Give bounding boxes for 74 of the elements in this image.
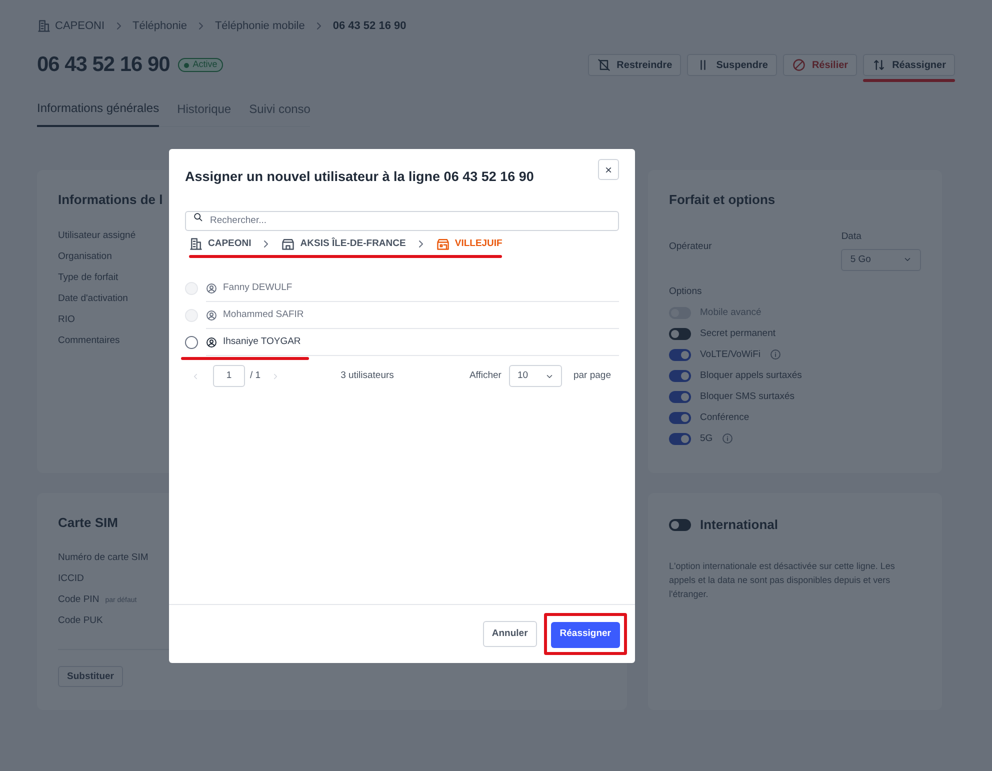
page-input[interactable]: 1 <box>213 365 245 388</box>
option-label: Bloquer SMS surtaxés <box>700 390 795 404</box>
card-title: Informations de l <box>58 191 163 209</box>
option-label: VoLTE/VoWiFi <box>700 348 761 362</box>
chevron-left-icon <box>191 372 200 381</box>
action-button[interactable]: Résilier <box>782 54 858 76</box>
path-link[interactable]: AKSIS ÎLE-DE-FRANCE <box>281 237 406 252</box>
breadcrumb-link[interactable]: Téléphonie mobile <box>214 18 305 34</box>
status-badge: Active <box>178 58 224 72</box>
store-icon <box>281 237 296 252</box>
tab[interactable]: Suivi conso <box>249 99 310 126</box>
field-label: Opérateur <box>669 240 713 254</box>
action-button[interactable]: Suspendre <box>687 54 777 76</box>
per-page-select[interactable]: 10 <box>509 365 562 388</box>
user-count: 3 utilisateurs <box>340 369 394 384</box>
breadcrumb-link[interactable]: CAPEONI <box>37 18 105 34</box>
field-label: Utilisateur assigné <box>58 228 136 242</box>
description-text: L'option internationale est désactivée sur cette ligne. Les appels et la data ne sont pas disponibles depuis et vers l'étranger. <box>669 560 896 600</box>
option-label: 5G <box>700 432 713 446</box>
breadcrumb-link[interactable]: 06 43 52 16 90 <box>332 18 406 34</box>
field-label: Type de forfait <box>58 270 118 284</box>
action-button[interactable]: Restreindre <box>588 54 682 76</box>
card-title: International <box>700 516 778 534</box>
radio-button[interactable] <box>185 336 198 350</box>
search-field[interactable]: Rechercher... <box>185 210 619 231</box>
breadcrumb-link[interactable]: Téléphonie <box>132 18 187 34</box>
field-label: Afficher <box>469 369 502 384</box>
reassign-button[interactable]: Réassigner <box>550 622 620 648</box>
field-label: ICCID <box>58 572 84 586</box>
toggle-switch[interactable] <box>669 432 691 445</box>
toggle-switch[interactable] <box>669 518 691 531</box>
page-total: / 1 <box>250 369 261 384</box>
toggle-switch[interactable] <box>669 328 691 340</box>
card-title: Carte SIM <box>58 514 119 532</box>
shop-icon <box>436 237 450 252</box>
user-name: Fanny DEWULF <box>223 281 292 296</box>
toggle-switch[interactable] <box>669 412 691 424</box>
field-label: Code PUK <box>58 614 103 628</box>
field-label: Date d'activation <box>58 292 128 304</box>
toggle-switch[interactable] <box>669 370 691 382</box>
toggle-switch[interactable] <box>669 390 691 403</box>
action-button[interactable]: Réassigner <box>863 54 955 76</box>
prohibited-icon <box>792 58 806 72</box>
cancel-button[interactable]: Annuler <box>482 621 537 647</box>
path-link[interactable]: CAPEONI <box>189 237 252 252</box>
tab[interactable]: Historique <box>177 99 232 126</box>
card-title: Forfait et options <box>669 191 776 209</box>
field-label: Organisation <box>58 250 112 262</box>
user-circle-icon <box>206 310 217 321</box>
field-label: Numéro de carte SIM <box>58 550 148 564</box>
toggle-switch[interactable] <box>669 348 691 361</box>
field-label: Commentaires <box>58 334 120 346</box>
user-circle-icon <box>206 282 217 294</box>
option-label: Secret permanent <box>700 326 776 341</box>
swap-arrows-icon <box>872 58 886 72</box>
substitute-button[interactable]: Substituer <box>58 666 123 688</box>
user-name: Mohammed SAFIR <box>223 308 304 322</box>
field-label: RIO <box>58 312 75 326</box>
close-button[interactable]: × <box>598 159 619 180</box>
modal-title: Assigner un nouvel utilisateur à la ligne 06 43 52 16 90 <box>185 168 534 186</box>
path-link[interactable]: VILLEJUIF <box>436 237 502 252</box>
field-label: Data <box>841 230 862 244</box>
user-circle-icon <box>206 336 217 348</box>
field-label: par page <box>573 369 611 384</box>
option-label: Bloquer appels surtaxés <box>700 368 802 383</box>
tab[interactable]: Informations générales <box>37 99 160 127</box>
user-name: Ihsaniye TOYGAR <box>223 335 301 350</box>
field-label: Options <box>669 284 703 298</box>
page-title: 06 43 52 16 90 <box>37 52 170 78</box>
building-icon <box>189 237 203 252</box>
option-label: Conférence <box>700 410 750 425</box>
building-icon <box>37 19 51 33</box>
data-select[interactable]: 5 Go <box>841 248 921 271</box>
field-label: Code PIN <box>58 592 100 606</box>
